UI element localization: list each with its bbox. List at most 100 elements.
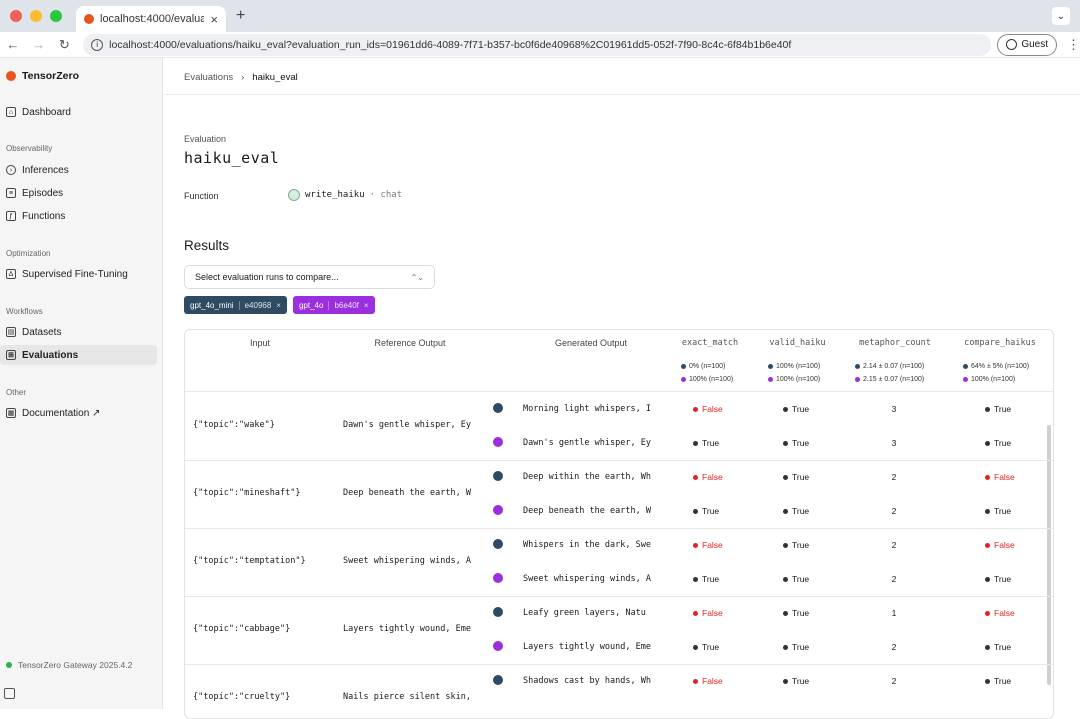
- forward-icon[interactable]: →: [26, 37, 52, 52]
- function-link[interactable]: write_haiku · chat: [288, 189, 402, 201]
- sidebar-item-datasets[interactable]: ▤ Datasets: [0, 322, 157, 342]
- result-text: True: [792, 438, 810, 448]
- input-cell: {"topic":"temptation"}: [193, 556, 306, 566]
- back-icon[interactable]: ←: [0, 37, 26, 52]
- sidebar-item-inferences[interactable]: › Inferences: [0, 160, 157, 180]
- divider: [185, 460, 1053, 461]
- result-dot-icon: [693, 644, 698, 650]
- sidebar-item-label: Episodes: [22, 187, 64, 199]
- sidebar-item-sft[interactable]: ∆ Supervised Fine-Tuning: [0, 264, 157, 284]
- generated-cell[interactable]: Deep beneath the earth, W: [523, 506, 659, 516]
- reference-cell: Deep beneath the earth, W: [343, 488, 471, 498]
- brand[interactable]: TensorZero: [6, 70, 79, 82]
- sidebar-item-dashboard[interactable]: ⌂ Dashboard: [0, 102, 157, 122]
- generated-cell[interactable]: Dawn's gentle whisper, Ey: [523, 438, 659, 448]
- sidebar-toggle-icon[interactable]: [4, 688, 15, 699]
- result-text: True: [792, 472, 810, 482]
- generated-cell[interactable]: Layers tightly wound, Eme: [523, 642, 659, 652]
- metric-result: True: [985, 438, 1011, 448]
- sidebar-item-episodes[interactable]: ≡ Episodes: [0, 183, 157, 203]
- result-text: True: [994, 574, 1012, 584]
- generated-cell[interactable]: Shadows cast by hands, Wh: [523, 676, 659, 686]
- header-reference: Reference Output: [374, 338, 446, 348]
- browser-menu-icon[interactable]: ⋮: [1067, 37, 1080, 53]
- metric-result: False: [693, 540, 723, 550]
- divider: [185, 391, 1053, 392]
- metric-summary: 2.15 ± 0.07 (n=100): [855, 376, 924, 383]
- result-text: True: [702, 642, 720, 652]
- tensorzero-logo-icon: [6, 71, 16, 81]
- metric-result: True: [783, 472, 809, 482]
- breadcrumb-evaluations-link[interactable]: Evaluations: [184, 72, 233, 83]
- run-dot-icon: [493, 471, 503, 481]
- generated-cell[interactable]: Sweet whispering winds, A: [523, 574, 659, 584]
- site-info-icon[interactable]: i: [91, 38, 104, 51]
- result-dot-icon: [783, 508, 788, 514]
- result-text: True: [994, 506, 1012, 516]
- run-pill-gpt-4o[interactable]: gpt_4o b6e40f ×: [292, 296, 375, 314]
- address-bar-row: ← → ↻ i localhost:4000/evaluations/haiku…: [0, 32, 1080, 58]
- metric-summary-text: 100% (n=100): [776, 363, 821, 370]
- metric-result: False: [693, 608, 723, 618]
- metric-result: True: [693, 574, 719, 584]
- url-field[interactable]: i localhost:4000/evaluations/haiku_eval?…: [83, 33, 992, 56]
- sidebar-item-functions[interactable]: ƒ Functions: [0, 206, 157, 226]
- sidebar-item-label: Documentation ↗: [22, 407, 101, 419]
- reference-cell: Dawn's gentle whisper, Ey: [343, 420, 471, 430]
- breadcrumb: Evaluations › haiku_eval: [184, 72, 298, 83]
- generated-cell[interactable]: Deep within the earth, Wh: [523, 472, 659, 482]
- reload-icon[interactable]: ↻: [51, 37, 77, 53]
- generated-cell[interactable]: Whispers in the dark, Swe: [523, 540, 659, 550]
- metric-result: True: [783, 404, 809, 414]
- sidebar: TensorZero ⌂ Dashboard Observability › I…: [0, 58, 163, 709]
- run-dot-icon: [681, 364, 686, 369]
- results-table: Input Reference Output Generated Output …: [184, 329, 1054, 719]
- run-dot-icon: [963, 377, 968, 382]
- documentation-icon: ▦: [6, 408, 16, 418]
- run-selector[interactable]: Select evaluation runs to compare... ⌃⌄: [184, 265, 435, 289]
- run-pill-gpt-4o-mini[interactable]: gpt_4o_mini e40968 ×: [184, 296, 287, 314]
- metric-result: False: [693, 404, 723, 414]
- sidebar-item-documentation[interactable]: ▦ Documentation ↗: [0, 403, 157, 423]
- run-dot-icon: [963, 364, 968, 369]
- breadcrumb-current: haiku_eval: [252, 72, 298, 83]
- metric-result: True: [783, 676, 809, 686]
- tab-search-icon[interactable]: ⌄: [1052, 7, 1070, 25]
- scrollbar[interactable]: [1047, 425, 1051, 685]
- home-icon: ⌂: [6, 107, 16, 117]
- metaphor-count-value: 3: [891, 438, 897, 448]
- header-input: Input: [249, 338, 271, 348]
- metaphor-count-value: 1: [891, 608, 897, 618]
- evaluations-icon: ⊞: [6, 350, 16, 360]
- metric-result: True: [783, 574, 809, 584]
- generated-cell[interactable]: Leafy green layers, Natu: [523, 608, 659, 618]
- result-text: True: [994, 676, 1012, 686]
- run-name: gpt_4o: [298, 300, 324, 310]
- minimize-window-button[interactable]: [30, 10, 42, 22]
- result-text: True: [702, 506, 720, 516]
- remove-run-icon[interactable]: ×: [364, 301, 369, 310]
- section-observability: Observability: [6, 144, 53, 153]
- new-tab-icon[interactable]: +: [236, 7, 245, 25]
- close-tab-icon[interactable]: ×: [210, 12, 218, 27]
- sidebar-item-evaluations[interactable]: ⊞ Evaluations: [0, 345, 157, 365]
- result-dot-icon: [693, 678, 698, 684]
- tab-title: localhost:4000/evaluations/h: [100, 13, 205, 25]
- result-dot-icon: [693, 576, 698, 582]
- sidebar-item-label: Functions: [22, 210, 66, 222]
- profile-icon: [1006, 39, 1018, 50]
- result-dot-icon: [985, 508, 990, 514]
- result-text: True: [792, 676, 810, 686]
- maximize-window-button[interactable]: [50, 10, 62, 22]
- guest-label: Guest: [1021, 39, 1048, 50]
- result-text: True: [702, 574, 720, 584]
- page-title: haiku_eval: [184, 149, 280, 167]
- result-text: True: [792, 574, 810, 584]
- browser-tab[interactable]: localhost:4000/evaluations/h ×: [76, 6, 226, 32]
- chevron-updown-icon: ⌃⌄: [410, 272, 424, 282]
- gateway-version: TensorZero Gateway 2025.4.2: [18, 660, 133, 670]
- guest-profile-button[interactable]: Guest: [997, 33, 1057, 56]
- remove-run-icon[interactable]: ×: [276, 301, 281, 310]
- close-window-button[interactable]: [10, 10, 22, 22]
- generated-cell[interactable]: Morning light whispers, I: [523, 404, 659, 414]
